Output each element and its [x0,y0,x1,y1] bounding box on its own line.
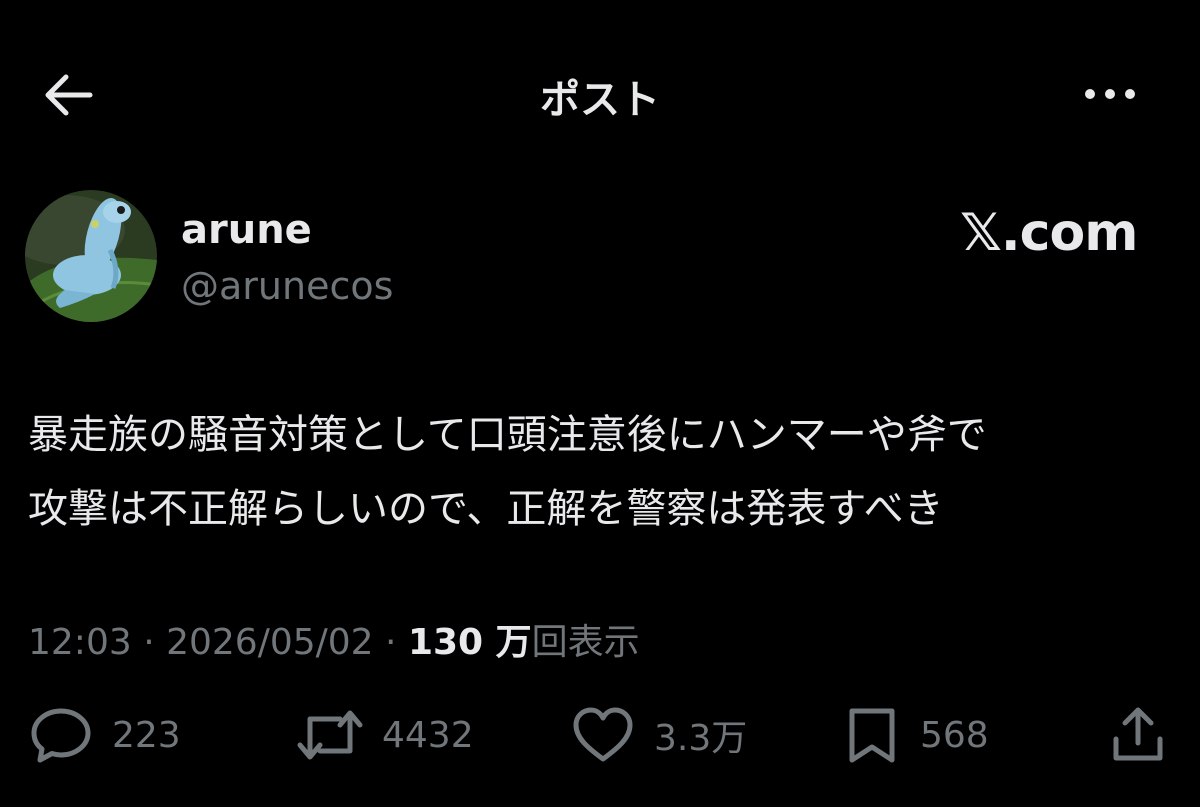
repost-count: 4432 [382,714,474,756]
meta-separator: · [131,622,167,663]
views-count: 130 万 [407,622,532,663]
bookmark-icon [849,708,895,763]
reply-count: 223 [112,714,181,756]
author-handle[interactable]: @arunecos [181,264,393,308]
post-time[interactable]: 12:03 [28,622,132,663]
avatar[interactable] [25,190,157,322]
x-com-watermark: 𝕏.com [960,203,1138,263]
author-display-name[interactable]: arune [181,207,312,253]
heart-icon [573,707,633,762]
post-text: 暴走族の騒音対策として口頭注意後にハンマーや斧で 攻撃は不正解らしいので、正解を… [28,398,1178,546]
bookmark-count: 568 [920,714,989,756]
top-bar: ポスト [0,0,1200,190]
post-meta: 12:03 · 2026/05/02 · 130 万回表示 [28,613,640,665]
frog-avatar-image [25,190,157,322]
share-icon [1113,707,1163,761]
action-bar: 223 4432 3.3万 568 [0,700,1200,770]
bookmark-button[interactable]: 568 [842,700,989,770]
repost-icon [297,710,363,760]
reply-button[interactable]: 223 [28,700,181,770]
repost-button[interactable]: 4432 [296,700,474,770]
views-label: 回表示 [531,622,640,663]
like-count: 3.3万 [654,718,748,759]
more-horizontal-icon [1085,89,1135,99]
page-title: ポスト [540,77,660,123]
reply-icon [31,708,91,763]
more-options-button[interactable] [1080,76,1140,112]
share-button[interactable] [1108,700,1168,770]
meta-separator: · [373,622,408,663]
like-button[interactable]: 3.3万 [570,700,747,770]
post-text-line: 攻撃は不正解らしいので、正解を警察は発表すべき [28,486,944,532]
post-text-line: 暴走族の騒音対策として口頭注意後にハンマーや斧で [28,412,987,458]
post-date[interactable]: 2026/05/02 [166,622,374,663]
